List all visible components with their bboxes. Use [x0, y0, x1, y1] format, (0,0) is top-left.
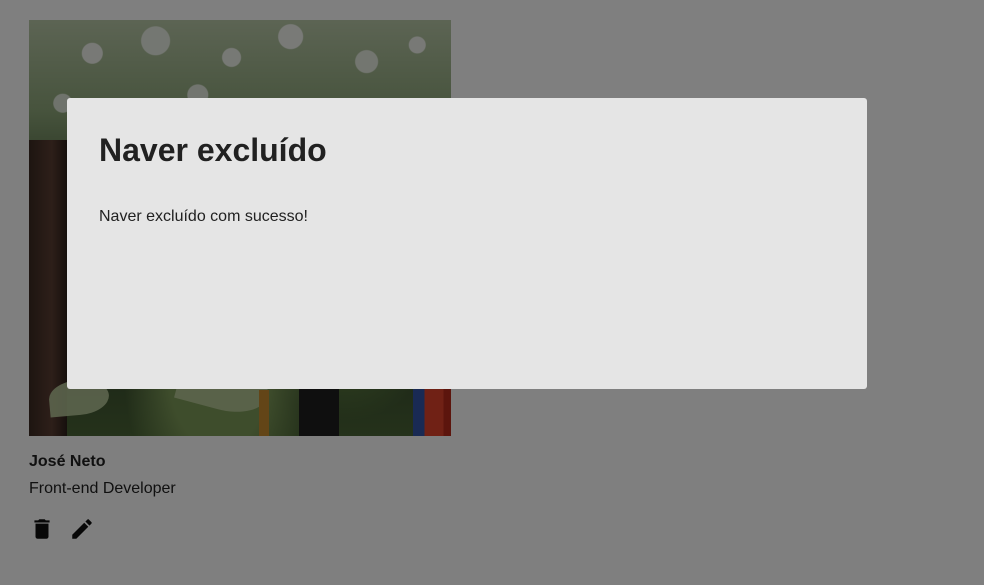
modal-message: Naver excluído com sucesso!: [99, 208, 308, 225]
page: José Neto Front-end Developer Naver excl…: [0, 0, 984, 585]
modal-title: Naver excluído: [99, 132, 327, 168]
deleted-modal: Naver excluído Naver excluído com sucess…: [67, 98, 867, 389]
